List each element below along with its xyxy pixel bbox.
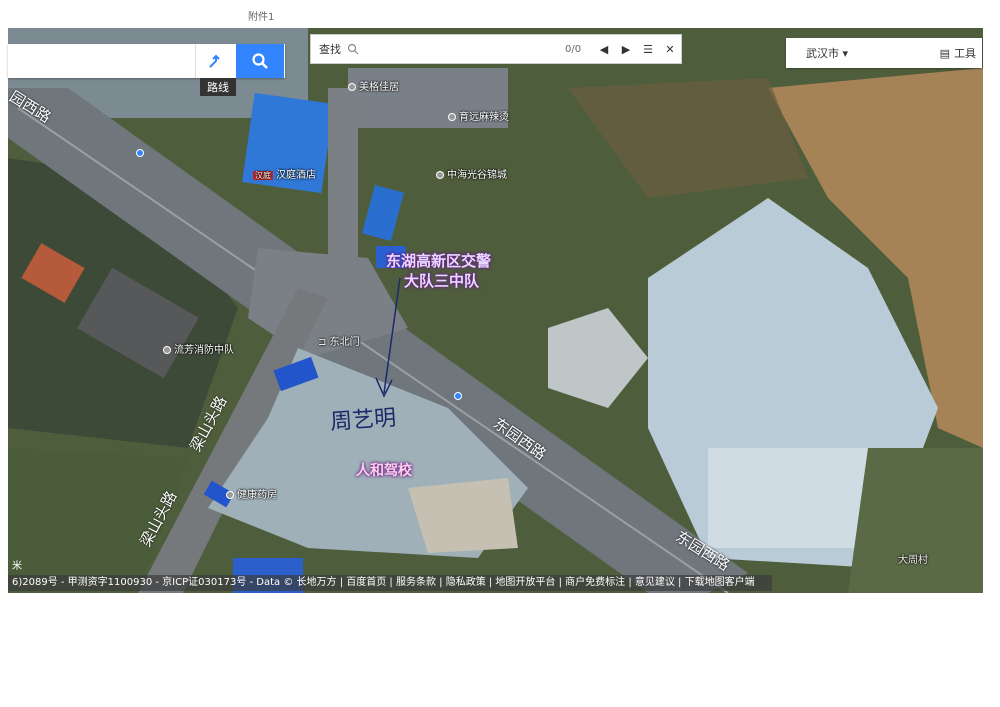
poi-hanting[interactable]: 汉庭 汉庭酒店 <box>253 166 316 181</box>
poi-meige[interactable]: 美格佳居 <box>348 78 399 93</box>
toolbox-icon: ▤ <box>939 46 950 60</box>
route-icon <box>209 54 220 68</box>
list-icon[interactable]: ☰ <box>637 43 659 56</box>
poi-village[interactable]: 大周村 <box>898 551 928 566</box>
poi-driving-school[interactable]: 人和驾校 <box>356 460 412 480</box>
find-input[interactable] <box>347 43 565 55</box>
find-bar: 查找 0/0 ◀ ▶ ☰ ✕ <box>310 34 682 64</box>
map-footer: 6)2089号 - 甲测资字1100930 - 京ICP证030173号 - D… <box>8 575 772 591</box>
poi-pharmacy[interactable]: 健康药房 <box>226 486 277 501</box>
prev-arrow-icon[interactable]: ◀ <box>593 43 615 56</box>
close-icon[interactable]: ✕ <box>659 43 681 56</box>
poi-dongbeimen[interactable]: ⊐ 东北门 <box>318 333 360 348</box>
route-button[interactable] <box>195 44 236 78</box>
hanting-badge: 汉庭 <box>253 171 273 180</box>
poi-yuyuan[interactable]: 育远麻辣烫 <box>448 108 509 123</box>
satellite-map[interactable]: 美格佳居 育远麻辣烫 汉庭 汉庭酒店 中海光谷锦城 东湖高新区交警 大队三中队 ⊐… <box>8 28 983 593</box>
find-count: 0/0 <box>565 43 582 55</box>
poi-zhonghai[interactable]: 中海光谷锦城 <box>436 166 507 181</box>
search-icon <box>252 53 268 69</box>
tools-button[interactable]: ▤ 工具 <box>940 45 982 61</box>
chevron-down-icon: ▾ <box>842 47 849 60</box>
page-mark: 附件1 <box>248 12 275 23</box>
find-label: 查找 <box>319 43 341 56</box>
gate-icon: ⊐ <box>318 337 327 348</box>
scale-bar: 米 <box>12 561 22 572</box>
bus-stop-icon[interactable] <box>136 148 147 159</box>
search-icon <box>347 43 359 55</box>
search-button[interactable] <box>236 44 284 78</box>
handwritten-note: 周艺明 <box>329 405 397 436</box>
bus-stop-icon[interactable] <box>454 391 465 402</box>
poi-fire-station[interactable]: 流芳消防中队 <box>163 341 234 356</box>
city-control: 武汉市 ▾ ▤ 工具 <box>786 38 982 68</box>
poi-police-line1[interactable]: 东湖高新区交警 <box>386 250 491 271</box>
route-tooltip: 路线 <box>200 78 236 96</box>
poi-police-line2[interactable]: 大队三中队 <box>404 270 479 291</box>
city-selector[interactable]: 武汉市 ▾ <box>786 45 916 61</box>
next-arrow-icon[interactable]: ▶ <box>615 43 637 56</box>
